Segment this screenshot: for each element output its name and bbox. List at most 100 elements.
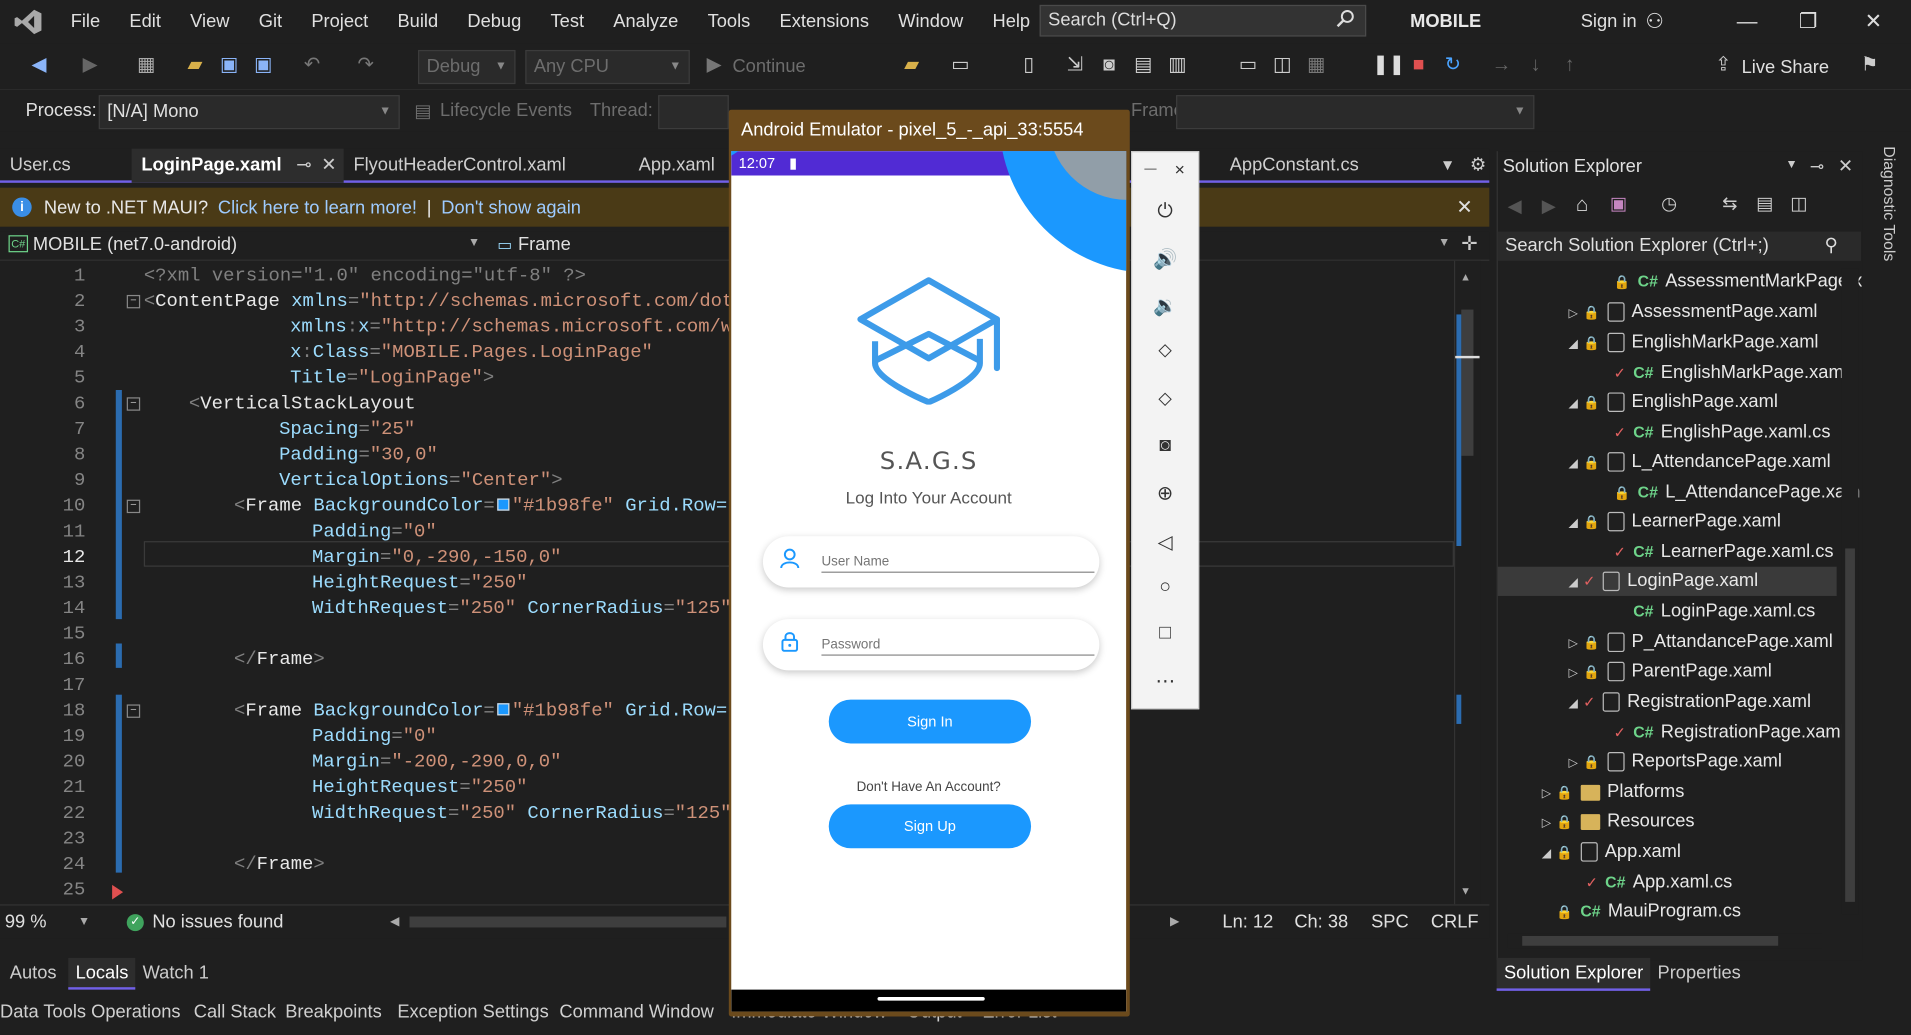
tree-item[interactable]: ✓ C# LoginPage.xaml.cs xyxy=(1614,597,1815,626)
show-all-files-icon[interactable]: ◫ xyxy=(1790,193,1807,215)
tree-item[interactable]: 🔒 C# AssessmentMarkPage.x xyxy=(1614,267,1863,296)
step-over-icon[interactable]: → xyxy=(1489,54,1513,78)
project-selector[interactable]: MOBILE (net7.0-android) xyxy=(33,234,237,255)
collapse-icon[interactable]: ◢ xyxy=(1569,450,1584,479)
overview-square-icon[interactable]: □ xyxy=(1132,623,1198,645)
tab-data-tools-operations[interactable]: Data Tools Operations xyxy=(0,1002,181,1023)
chevron-down-icon[interactable]: ▼ xyxy=(468,236,480,249)
line-indicator[interactable]: Ln: 12 xyxy=(1222,906,1273,940)
issues-status[interactable]: No issues found xyxy=(152,906,283,940)
tree-item[interactable]: ✓ C# RegistrationPage.xaml. xyxy=(1614,718,1850,747)
tab-autos[interactable]: Autos xyxy=(10,963,57,984)
redo-icon[interactable]: ↷ xyxy=(353,54,377,78)
volume-down-icon[interactable]: 🔉 xyxy=(1132,294,1198,318)
expand-icon[interactable]: ▷ xyxy=(1542,809,1557,838)
back-icon[interactable]: ◀ xyxy=(1508,195,1522,217)
collapse-icon[interactable]: − xyxy=(126,499,141,514)
folder-icon[interactable]: ▰ xyxy=(899,54,923,78)
expand-icon[interactable]: ▷ xyxy=(1569,659,1584,688)
collapse-icon[interactable]: − xyxy=(126,704,141,718)
tab-breakpoints[interactable]: Breakpoints xyxy=(285,1002,382,1023)
camera-icon[interactable]: ◙ xyxy=(1132,435,1198,457)
home-circle-icon[interactable]: ○ xyxy=(1132,576,1198,598)
power-icon[interactable]: ⏻ xyxy=(1132,201,1198,223)
tree-scrollbar[interactable] xyxy=(1841,268,1859,915)
expand-icon[interactable]: ▷ xyxy=(1569,630,1584,659)
menu-view[interactable]: View xyxy=(176,0,245,44)
solution-search-input[interactable]: Search Solution Explorer (Ctrl+;) ⚲ xyxy=(1497,231,1862,261)
tree-item[interactable]: ◢ 🔒 App.xaml xyxy=(1542,837,1681,866)
scroll-down-icon[interactable]: ▼ xyxy=(1460,885,1471,897)
tree-item[interactable]: ▷ 🔒 ParentPage.xaml xyxy=(1569,657,1772,686)
collapse-icon[interactable]: ◢ xyxy=(1542,840,1557,869)
tree-item[interactable]: ▷ 🔒 Platforms xyxy=(1542,778,1685,807)
menu-window[interactable]: Window xyxy=(884,0,978,44)
process-select[interactable]: [N/A] Mono ▼ xyxy=(98,95,400,130)
restore-icon[interactable]: ❐ xyxy=(1799,10,1818,34)
sign-in-button[interactable]: Sign In xyxy=(828,699,1032,744)
code-editor[interactable]: 1 <?xml version="1.0" encoding="utf-8" ?>… xyxy=(0,260,1454,905)
tab-properties[interactable]: Properties xyxy=(1658,963,1741,984)
menu-debug[interactable]: Debug xyxy=(453,0,536,44)
menu-edit[interactable]: Edit xyxy=(115,0,176,44)
scroll-right-icon[interactable]: ▶ xyxy=(1170,906,1179,940)
tree-item[interactable]: ✓ C# App.xaml.cs xyxy=(1586,868,1733,897)
step-into-icon[interactable]: ↓ xyxy=(1523,54,1547,78)
scroll-up-icon[interactable]: ▲ xyxy=(1460,271,1471,283)
back-icon[interactable]: ◀ xyxy=(27,54,51,78)
menu-analyze[interactable]: Analyze xyxy=(599,0,693,44)
scroll-thumb[interactable] xyxy=(1845,548,1855,902)
username-input[interactable] xyxy=(821,550,1095,573)
chevron-down-icon[interactable]: ▼ xyxy=(1785,158,1797,171)
tab-app-xaml[interactable]: App.xaml xyxy=(629,149,725,183)
member-selector[interactable]: Frame xyxy=(518,234,571,255)
sign-in-link[interactable]: Sign in xyxy=(1581,0,1637,44)
tree-item[interactable]: ◢ ✓ RegistrationPage.xaml xyxy=(1569,687,1811,716)
window-icon[interactable]: ▭ xyxy=(948,54,972,78)
split-editor-icon[interactable]: ✛ xyxy=(1461,232,1477,256)
tab-flyoutheadercontrol[interactable]: FlyoutHeaderControl.xaml xyxy=(344,149,576,183)
grid-icon[interactable]: ▦ xyxy=(1304,54,1328,78)
menu-file[interactable]: File xyxy=(56,0,115,44)
lifecycle-icon[interactable]: ▤ xyxy=(414,100,431,122)
step-out-icon[interactable]: ↑ xyxy=(1558,54,1582,78)
menu-git[interactable]: Git xyxy=(244,0,297,44)
password-input[interactable] xyxy=(821,633,1095,656)
tree-item[interactable]: ◢ 🔒 L_AttendancePage.xaml xyxy=(1569,447,1831,476)
forward-icon[interactable]: ▶ xyxy=(1542,195,1556,217)
chevron-down-icon[interactable]: ▼ xyxy=(1438,236,1450,249)
more-icon[interactable]: ⋯ xyxy=(1132,669,1198,693)
editor-vertical-scrollbar[interactable]: ▲ ▼ xyxy=(1453,260,1481,905)
lifecycle-events-button[interactable]: Lifecycle Events xyxy=(440,100,572,121)
scroll-thumb[interactable] xyxy=(1461,309,1474,456)
stop-icon[interactable]: ■ xyxy=(1406,54,1430,78)
collapse-all-icon[interactable]: ▤ xyxy=(1756,193,1773,215)
username-field[interactable] xyxy=(762,536,1100,588)
tree-horizontal-scrollbar[interactable] xyxy=(1507,933,1823,949)
menu-help[interactable]: Help xyxy=(978,0,1045,44)
save-icon[interactable]: ▣ xyxy=(217,54,241,78)
close-tab-icon[interactable]: ✕ xyxy=(321,155,336,176)
tab-appconstant-cs[interactable]: AppConstant.cs xyxy=(1220,149,1369,183)
save-all-icon[interactable]: ▣ xyxy=(251,54,275,78)
home-icon[interactable]: ⌂ xyxy=(1576,193,1589,217)
tab-list-icon[interactable]: ▾ xyxy=(1433,149,1462,183)
undo-icon[interactable]: ↶ xyxy=(300,54,324,78)
rotate-right-icon[interactable]: ⬦ xyxy=(1132,389,1198,411)
expand-icon[interactable]: ▷ xyxy=(1542,780,1557,809)
search-input[interactable]: Search (Ctrl+Q) xyxy=(1039,4,1367,37)
tab-loginpage-xaml[interactable]: LoginPage.xaml ⊸ ✕ xyxy=(131,148,344,183)
collapse-icon[interactable]: ◢ xyxy=(1569,390,1584,419)
tree-item[interactable]: ▷ 🔒 Resources xyxy=(1542,807,1695,836)
expand-icon[interactable]: ▷ xyxy=(1569,300,1584,329)
close-infobar-icon[interactable]: ✕ xyxy=(1456,195,1472,219)
tree-item-selected[interactable]: ◢ ✓ LoginPage.xaml xyxy=(1497,566,1837,596)
live-share-button[interactable]: Live Share xyxy=(1742,57,1829,78)
expand-icon[interactable]: ▷ xyxy=(1569,750,1584,779)
password-field[interactable] xyxy=(762,619,1100,671)
tab-solution-explorer[interactable]: Solution Explorer xyxy=(1496,957,1651,991)
horizontal-scroll-thumb[interactable] xyxy=(409,916,727,928)
rotate-left-icon[interactable]: ⬦ xyxy=(1132,340,1198,362)
phone-screen[interactable]: 12:07 ▮ ▾◢▮ S.A.G.S Log Into Your Accoun… xyxy=(731,151,1127,1012)
home-indicator[interactable] xyxy=(877,996,985,1001)
